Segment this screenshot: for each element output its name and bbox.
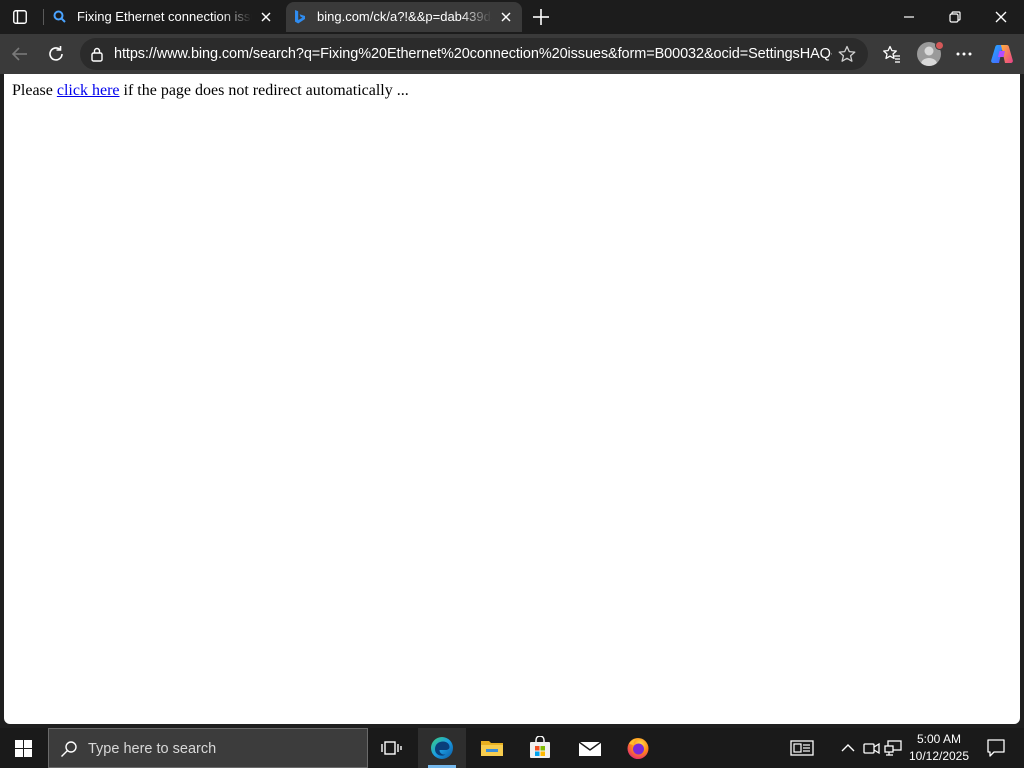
- page-viewport: Please click here if the page does not r…: [4, 74, 1020, 724]
- settings-more-button[interactable]: [950, 40, 978, 68]
- copilot-icon[interactable]: [990, 43, 1014, 65]
- tab-bing-redirect[interactable]: bing.com/ck/a?!&&p=dab439d45: [286, 2, 522, 32]
- back-arrow-icon: [11, 47, 27, 61]
- notification-center-button[interactable]: [978, 728, 1014, 768]
- news-widget-icon[interactable]: [790, 738, 816, 758]
- browser-toolbar: https://www.bing.com/search?q=Fixing%20E…: [0, 34, 1024, 74]
- back-button[interactable]: [6, 40, 34, 68]
- network-icon[interactable]: [884, 738, 904, 758]
- task-view-button[interactable]: [368, 728, 416, 768]
- start-button[interactable]: [0, 728, 48, 768]
- tab-separator: [43, 9, 44, 25]
- tab-actions-icon: [13, 10, 27, 24]
- url-text[interactable]: https://www.bing.com/search?q=Fixing%20E…: [114, 46, 832, 62]
- notification-icon: [987, 739, 1005, 757]
- clock-date: 10/12/2025: [908, 749, 970, 763]
- tab-actions-menu-button[interactable]: [8, 5, 32, 29]
- windows-taskbar: Type here to search 5:00 AM 10/12/2025: [0, 728, 1024, 768]
- clock-time: 5:00 AM: [916, 732, 962, 746]
- microsoft-store-icon: [530, 736, 550, 758]
- taskbar-file-explorer[interactable]: [468, 728, 516, 768]
- firefox-icon: [627, 738, 649, 759]
- taskbar-mail[interactable]: [566, 728, 614, 768]
- search-placeholder: Type here to search: [88, 741, 217, 757]
- new-tab-icon[interactable]: [529, 5, 553, 29]
- minimize-button[interactable]: [886, 0, 932, 34]
- system-clock[interactable]: 5:00 AM 10/12/2025: [906, 731, 972, 765]
- redirect-message: Please click here if the page does not r…: [12, 82, 409, 100]
- favorites-icon: [883, 45, 900, 63]
- favorite-star-icon[interactable]: [838, 45, 856, 63]
- meet-now-icon[interactable]: [862, 738, 882, 758]
- minimize-icon: [904, 16, 914, 18]
- taskbar-firefox[interactable]: [614, 728, 662, 768]
- search-icon: [53, 10, 66, 23]
- redirect-text-before: Please: [12, 82, 57, 99]
- search-icon: [61, 741, 77, 757]
- mail-icon: [578, 741, 602, 756]
- redirect-text-after: if the page does not redirect automatica…: [119, 82, 409, 99]
- restore-icon: [949, 11, 961, 23]
- address-bar[interactable]: https://www.bing.com/search?q=Fixing%20E…: [80, 38, 868, 70]
- taskbar-microsoft-store[interactable]: [516, 728, 564, 768]
- task-view-icon: [381, 741, 402, 755]
- bing-icon: [295, 10, 305, 24]
- tab-title: Fixing Ethernet connection issues: [77, 9, 252, 24]
- edge-icon: [431, 737, 453, 759]
- tab-strip: Fixing Ethernet connection issues bing.c…: [0, 0, 1024, 34]
- tab-fixing-ethernet[interactable]: Fixing Ethernet connection issues: [46, 2, 282, 32]
- close-window-button[interactable]: [978, 0, 1024, 34]
- close-tab-icon[interactable]: [259, 10, 273, 24]
- click-here-link[interactable]: click here: [57, 82, 120, 99]
- lock-icon[interactable]: [89, 46, 105, 62]
- refresh-icon: [49, 46, 63, 61]
- close-tab-icon[interactable]: [499, 10, 513, 24]
- close-icon: [995, 11, 1007, 23]
- file-explorer-icon: [481, 741, 503, 756]
- chevron-up-icon[interactable]: [838, 738, 858, 758]
- refresh-button[interactable]: [42, 40, 70, 68]
- windows-logo-icon: [15, 740, 32, 757]
- favorites-button[interactable]: [878, 40, 906, 68]
- profile-status-badge: [935, 41, 944, 50]
- tab-title: bing.com/ck/a?!&&p=dab439d45: [317, 9, 492, 24]
- taskbar-search-box[interactable]: Type here to search: [48, 728, 368, 768]
- restore-button[interactable]: [932, 0, 978, 34]
- taskbar-edge[interactable]: [418, 728, 466, 768]
- more-dots-icon: [956, 52, 972, 56]
